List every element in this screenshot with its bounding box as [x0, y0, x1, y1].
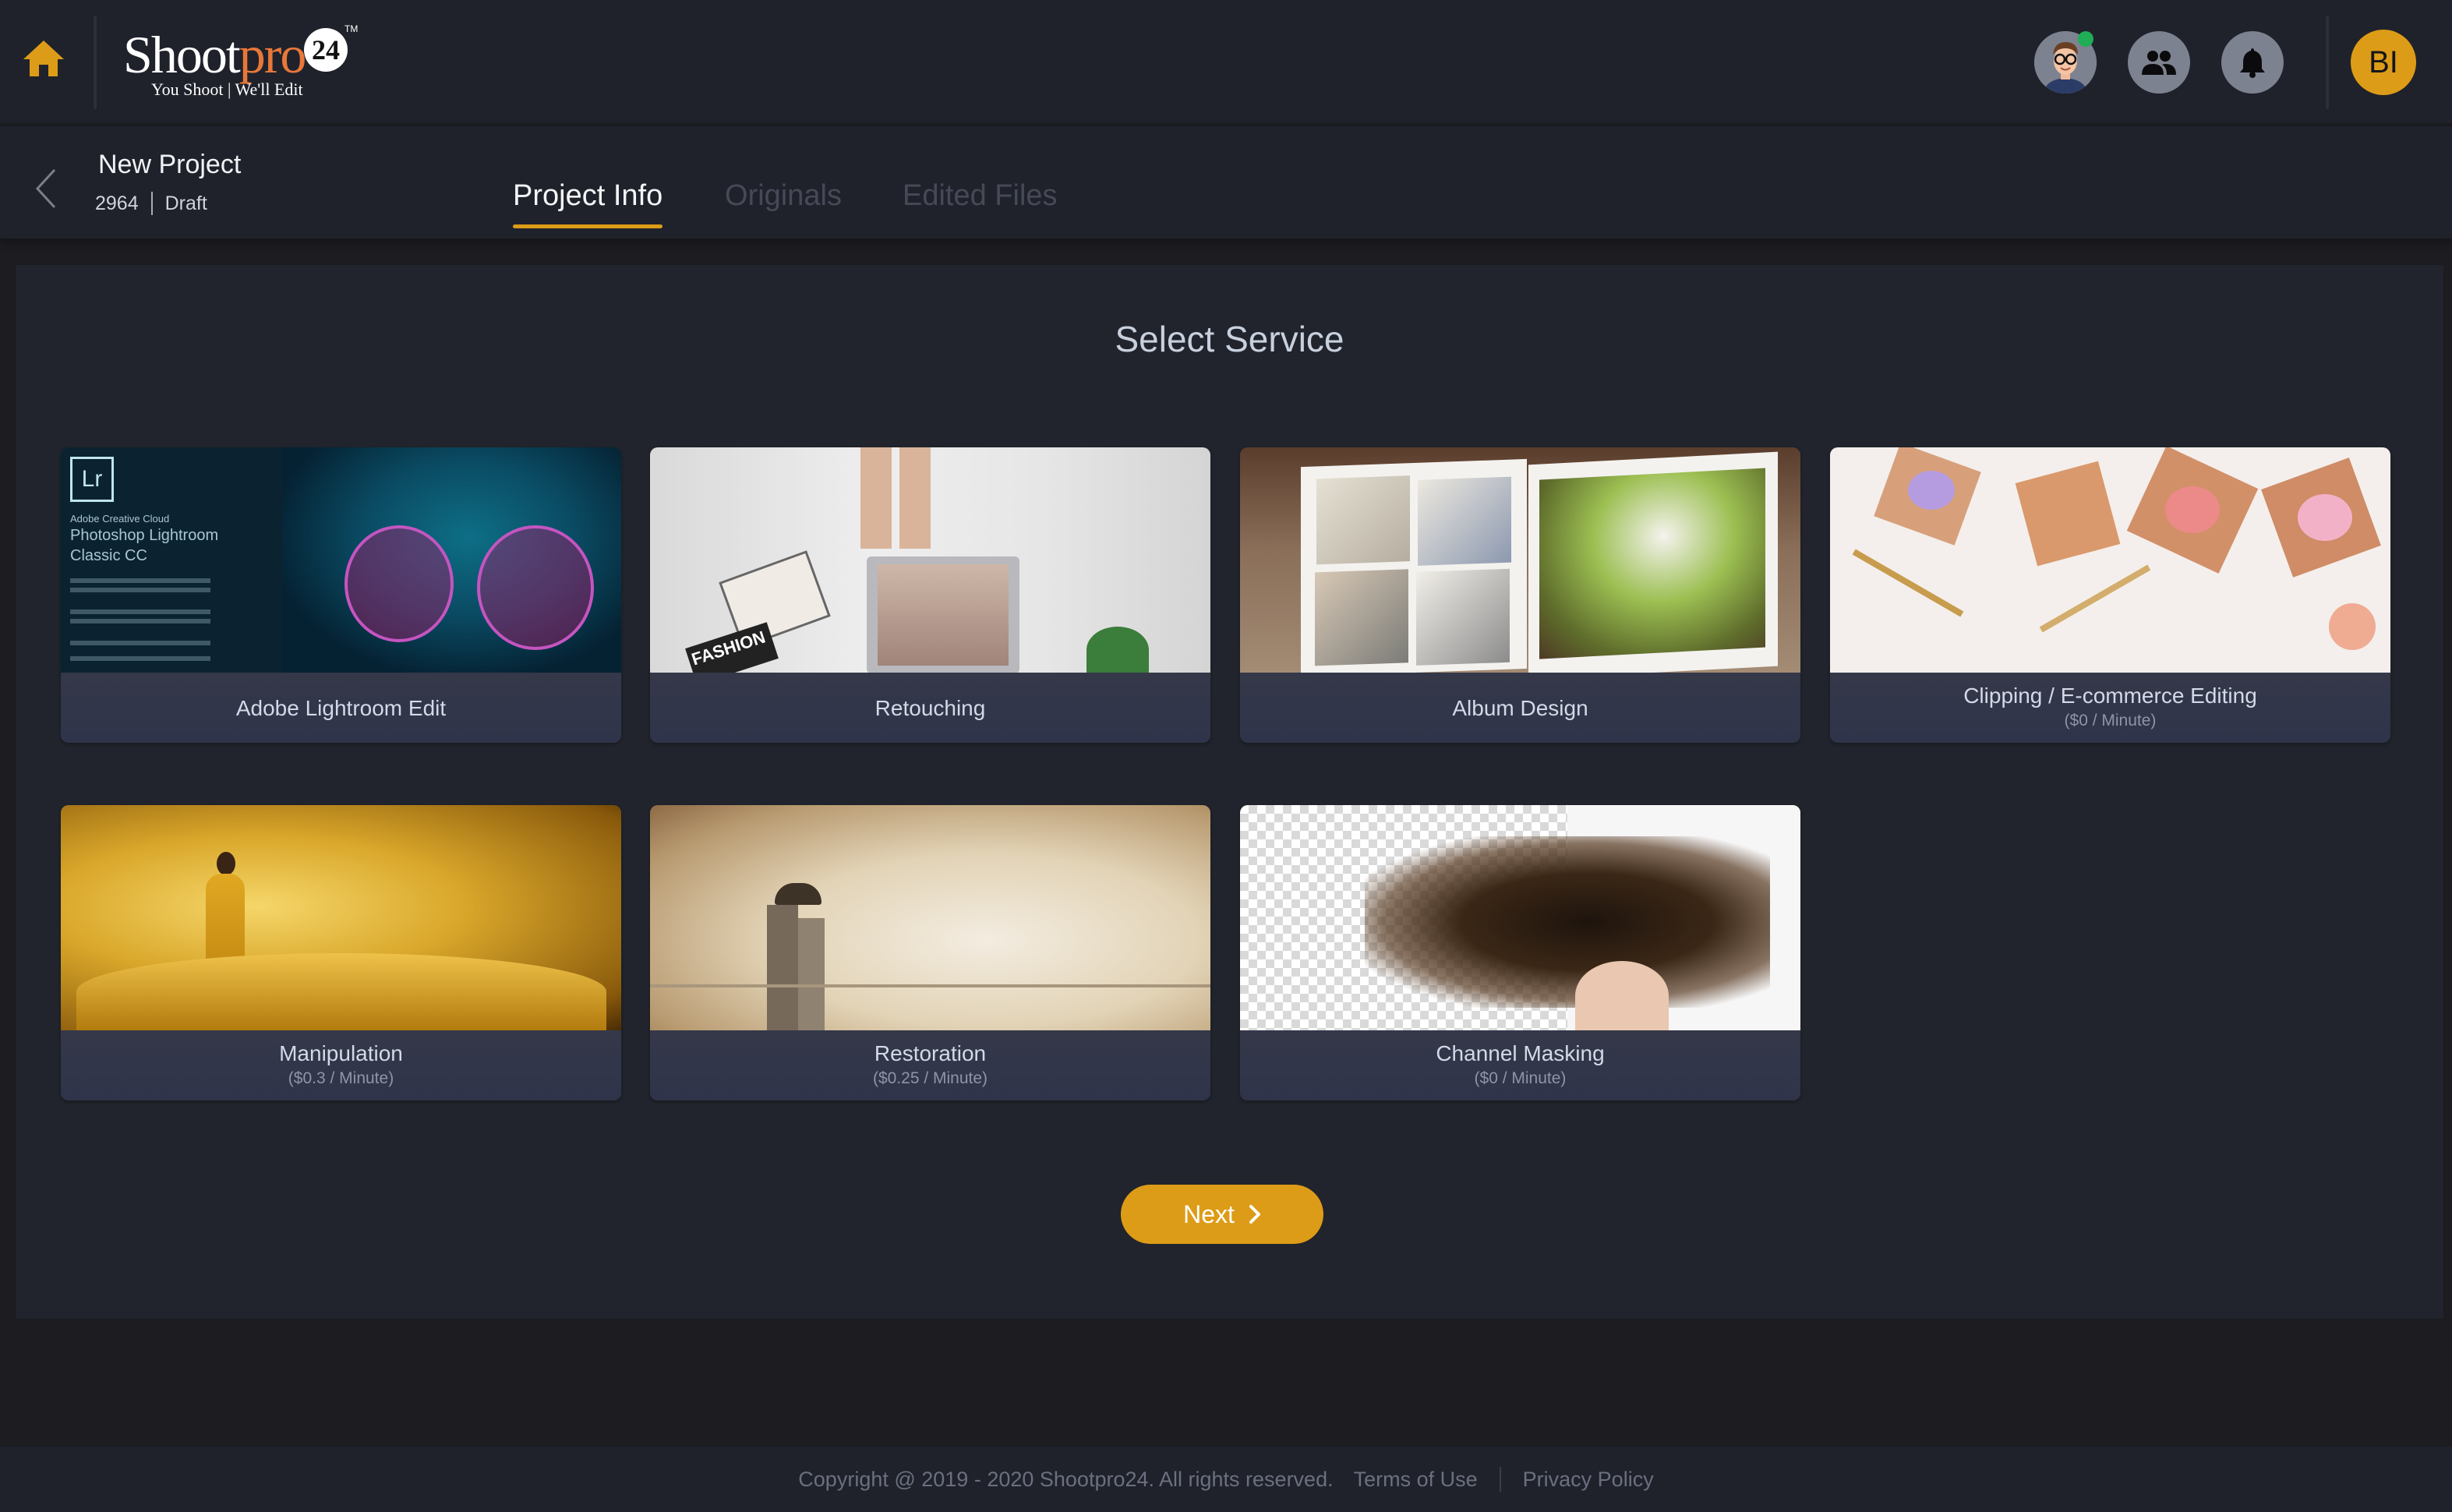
logo-wordmark: Shootpro	[123, 25, 306, 84]
manipulation-image	[61, 805, 621, 1030]
privacy-policy-link[interactable]: Privacy Policy	[1523, 1468, 1654, 1492]
service-card-album-design[interactable]: Album Design	[1240, 447, 1800, 743]
header-divider	[94, 16, 97, 109]
service-label: Manipulation ($0.3 / Minute)	[61, 1030, 621, 1100]
bell-icon	[2240, 48, 2265, 78]
service-label: Restoration ($0.25 / Minute)	[650, 1030, 1210, 1100]
footer: Copyright @ 2019 - 2020 Shootpro24. All …	[0, 1447, 2452, 1512]
chevron-right-icon	[1249, 1205, 1260, 1224]
team-button[interactable]	[2128, 31, 2190, 94]
project-id: 2964	[95, 192, 139, 214]
profile-avatar[interactable]	[2034, 31, 2097, 94]
project-subheader: New Project 2964 Draft Project Info Orig…	[0, 126, 2452, 238]
active-tab-indicator	[513, 224, 663, 228]
service-name: Channel Masking	[1436, 1041, 1605, 1065]
shootpro24-logo[interactable]: Shootpro 24 TM You Shoot | We'll Edit	[123, 23, 359, 101]
meta-separator	[150, 192, 153, 215]
footer-separator	[1499, 1467, 1501, 1492]
service-label: Channel Masking ($0 / Minute)	[1240, 1030, 1800, 1100]
chevron-left-icon	[35, 168, 56, 209]
service-name: Adobe Lightroom Edit	[235, 696, 447, 720]
top-header: Shootpro 24 TM You Shoot | We'll Edit BI	[0, 0, 2452, 125]
service-label: Adobe Lightroom Edit	[61, 673, 621, 743]
service-label: Album Design	[1240, 673, 1800, 743]
next-label: Next	[1183, 1199, 1235, 1228]
notifications-button[interactable]	[2221, 31, 2284, 94]
project-status: Draft	[164, 192, 207, 214]
copyright-text: Copyright @ 2019 - 2020 Shootpro24. All …	[798, 1467, 1334, 1491]
service-price: ($0.25 / Minute)	[872, 1069, 988, 1087]
service-label: Retouching	[650, 673, 1210, 743]
channel-masking-image	[1240, 805, 1800, 1030]
logo-trademark: TM	[344, 23, 359, 34]
lightroom-logo-icon: Lr	[70, 457, 114, 502]
tab-label: Originals	[725, 179, 842, 212]
service-price: ($0 / Minute)	[2064, 712, 2157, 730]
back-button[interactable]	[34, 167, 62, 214]
service-card-lightroom[interactable]: Lr Adobe Creative Cloud Photoshop Lightr…	[61, 447, 621, 743]
retouching-image: FASHION	[650, 447, 1210, 673]
service-card-clipping[interactable]: Clipping / E-commerce Editing ($0 / Minu…	[1830, 447, 2390, 743]
tab-project-info[interactable]: Project Info	[513, 179, 663, 228]
online-status-dot	[2078, 31, 2093, 47]
logo-tagline: You Shoot | We'll Edit	[151, 79, 303, 99]
next-button[interactable]: Next	[1121, 1185, 1323, 1244]
home-button[interactable]	[22, 39, 72, 86]
service-name: Restoration	[874, 1041, 987, 1065]
service-name: Clipping / E-commerce Editing	[1963, 684, 2257, 708]
service-card-channel-masking[interactable]: Channel Masking ($0 / Minute)	[1240, 805, 1800, 1100]
lightroom-image: Lr Adobe Creative Cloud Photoshop Lightr…	[61, 447, 621, 673]
service-name: Manipulation	[279, 1041, 403, 1065]
service-label: Clipping / E-commerce Editing ($0 / Minu…	[1830, 673, 2390, 743]
project-meta: 2964 Draft	[95, 192, 207, 215]
restoration-image	[650, 805, 1210, 1030]
service-card-manipulation[interactable]: Manipulation ($0.3 / Minute)	[61, 805, 621, 1100]
project-title: New Project	[98, 150, 242, 179]
tab-edited-files[interactable]: Edited Files	[903, 179, 1058, 213]
service-name: Album Design	[1452, 696, 1588, 720]
team-icon	[2142, 51, 2176, 75]
logo-badge-24: 24	[304, 28, 348, 72]
tab-originals[interactable]: Originals	[725, 179, 842, 213]
tab-label: Project Info	[513, 179, 663, 212]
service-price: ($0 / Minute)	[1474, 1069, 1567, 1087]
terms-of-use-link[interactable]: Terms of Use	[1354, 1468, 1478, 1492]
service-card-restoration[interactable]: Restoration ($0.25 / Minute)	[650, 805, 1210, 1100]
album-image	[1240, 447, 1800, 673]
header-divider-right	[2326, 16, 2329, 109]
clipping-image	[1830, 447, 2390, 673]
service-name: Retouching	[874, 696, 986, 720]
section-title: Select Service	[1115, 319, 1344, 359]
service-price: ($0.3 / Minute)	[288, 1069, 394, 1087]
select-service-panel: Select Service Lr Adobe Creative Cloud P…	[16, 265, 2443, 1319]
tab-label: Edited Files	[903, 179, 1058, 212]
home-icon	[23, 41, 64, 76]
service-card-retouching[interactable]: FASHION Retouching	[650, 447, 1210, 743]
user-initials-badge[interactable]: BI	[2351, 30, 2416, 95]
